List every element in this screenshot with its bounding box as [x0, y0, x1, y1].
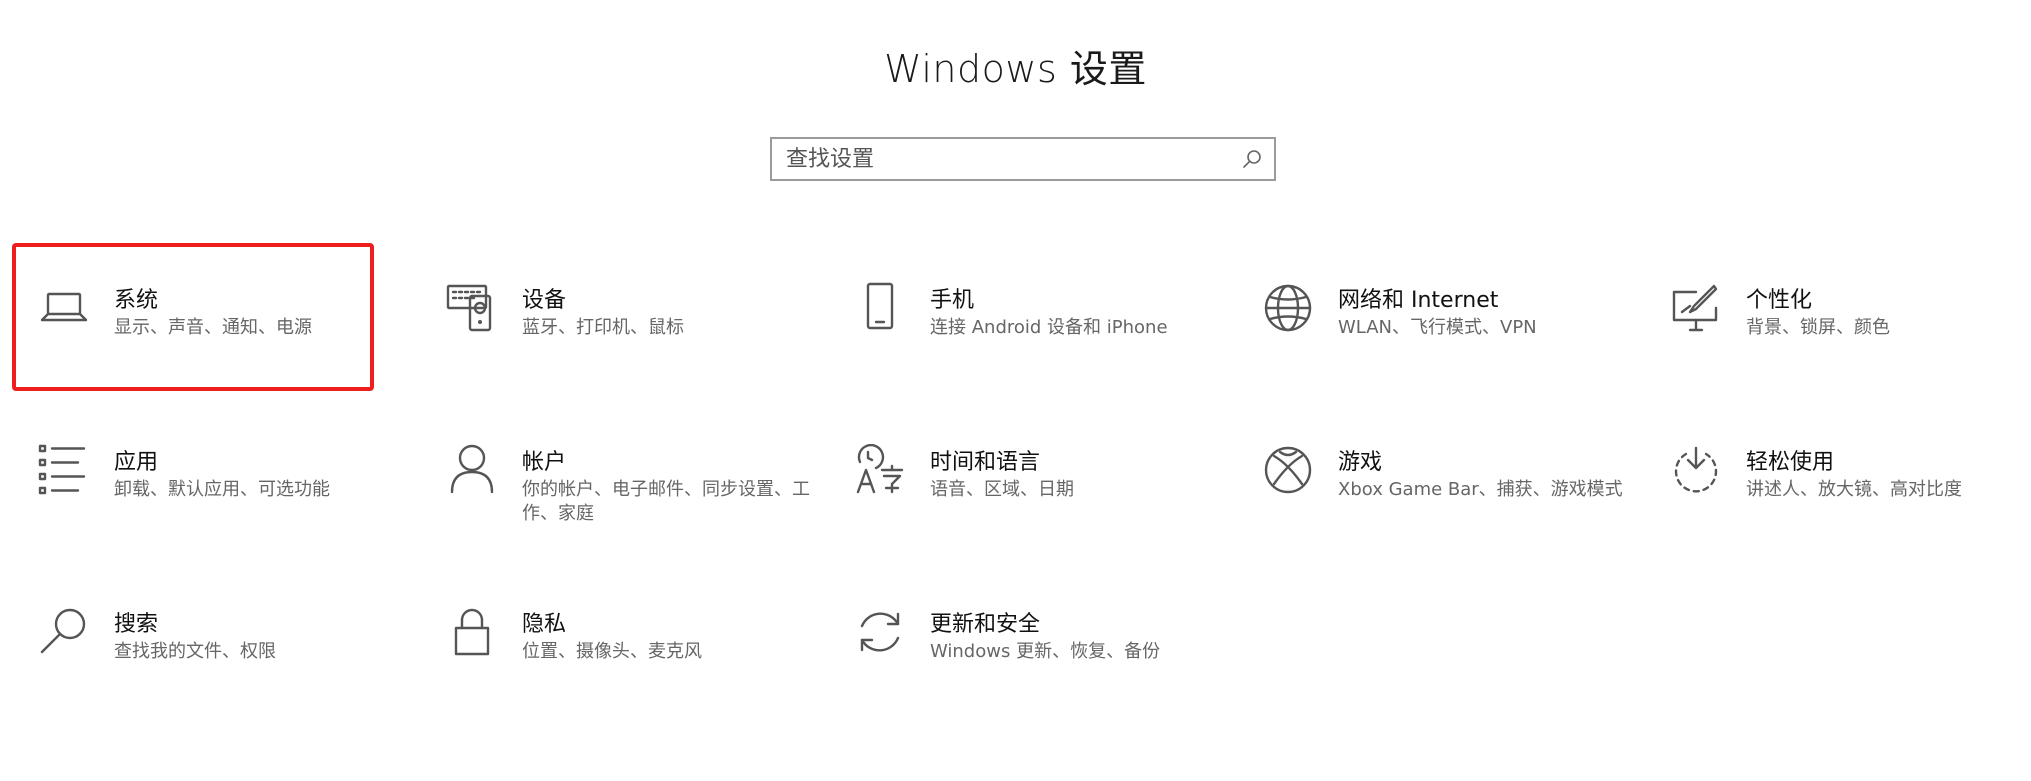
tile-title: 搜索	[114, 612, 159, 637]
tile-title: 应用	[114, 450, 159, 475]
tile-time-language[interactable]: 时间和语言 语音、区域、日期	[854, 444, 1234, 564]
tile-title: 轻松使用	[1746, 450, 1835, 475]
tile-description: 位置、摄像头、麦克风	[522, 641, 702, 662]
tile-title: 隐私	[522, 612, 567, 637]
tile-gaming[interactable]: 游戏 Xbox Game Bar、捕获、游戏模式	[1262, 444, 1642, 564]
globe-icon	[1262, 282, 1314, 334]
search-icon[interactable]	[1240, 147, 1264, 171]
tile-description: 背景、锁屏、颜色	[1746, 317, 1890, 338]
tile-network[interactable]: 网络和 Internet WLAN、飞行模式、VPN	[1262, 282, 1642, 402]
tile-title: 时间和语言	[930, 450, 1041, 475]
tile-title: 设备	[522, 288, 567, 313]
tile-privacy[interactable]: 隐私 位置、摄像头、麦克风	[446, 606, 826, 726]
xbox-icon	[1262, 444, 1314, 496]
tile-description: 连接 Android 设备和 iPhone	[930, 317, 1168, 338]
lock-icon	[446, 606, 498, 658]
search-input[interactable]	[786, 139, 1216, 179]
person-icon	[446, 444, 498, 496]
tile-description: 你的帐户、电子邮件、同步设置、工作、家庭	[522, 479, 810, 524]
tile-update-security[interactable]: 更新和安全 Windows 更新、恢复、备份	[854, 606, 1234, 726]
page-title: Windows 设置	[884, 47, 1147, 91]
tile-description: Xbox Game Bar、捕获、游戏模式	[1338, 479, 1623, 500]
tile-title: 个性化	[1746, 288, 1813, 313]
tile-search[interactable]: 搜索 查找我的文件、权限	[38, 606, 418, 726]
tile-personalization[interactable]: 个性化 背景、锁屏、颜色	[1670, 282, 2031, 402]
search-box[interactable]	[770, 137, 1276, 181]
tile-title: 手机	[930, 288, 975, 313]
apps-list-icon	[38, 444, 90, 496]
tile-description: 卸载、默认应用、可选功能	[114, 479, 330, 500]
tile-title: 游戏	[1338, 450, 1383, 475]
tile-description: 语音、区域、日期	[930, 479, 1074, 500]
tile-description: 蓝牙、打印机、鼠标	[522, 317, 684, 338]
tile-accounts[interactable]: 帐户 你的帐户、电子邮件、同步设置、工作、家庭	[446, 444, 826, 564]
tile-description: WLAN、飞行模式、VPN	[1338, 317, 1537, 338]
ease-of-access-icon	[1670, 444, 1722, 496]
tile-title: 网络和 Internet	[1338, 288, 1499, 313]
tile-apps[interactable]: 应用 卸载、默认应用、可选功能	[38, 444, 418, 564]
tile-description: Windows 更新、恢复、备份	[930, 641, 1161, 662]
time-language-icon	[854, 444, 906, 496]
tile-devices[interactable]: 设备 蓝牙、打印机、鼠标	[446, 282, 826, 402]
personalization-icon	[1670, 282, 1722, 334]
phone-icon	[854, 282, 906, 334]
update-sync-icon	[854, 606, 906, 658]
tile-description: 讲述人、放大镜、高对比度	[1746, 479, 1962, 500]
devices-icon	[446, 282, 498, 334]
tile-description: 查找我的文件、权限	[114, 641, 276, 662]
search-icon	[38, 606, 90, 658]
tile-title: 帐户	[522, 450, 567, 475]
tile-ease-of-access[interactable]: 轻松使用 讲述人、放大镜、高对比度	[1670, 444, 2031, 564]
tile-title: 更新和安全	[930, 612, 1041, 637]
tile-phone[interactable]: 手机 连接 Android 设备和 iPhone	[854, 282, 1234, 402]
selection-highlight	[12, 243, 374, 391]
